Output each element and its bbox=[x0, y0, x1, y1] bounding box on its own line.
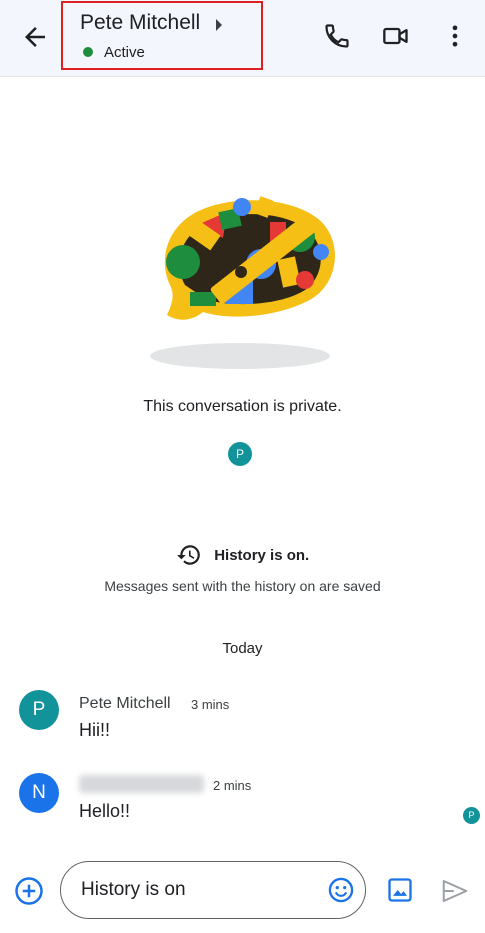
history-title: History is on. bbox=[214, 546, 310, 564]
date-divider: Today bbox=[222, 640, 263, 657]
sender-avatar[interactable]: N bbox=[19, 773, 59, 813]
history-subtitle: Messages sent with the history on are sa… bbox=[104, 578, 381, 594]
private-conversation-text: This conversation is private. bbox=[143, 398, 342, 415]
sender-avatar[interactable]: P bbox=[19, 690, 59, 730]
message-time: 2 mins bbox=[213, 778, 252, 793]
message-time: 3 mins bbox=[191, 697, 230, 712]
more-vert-icon[interactable] bbox=[441, 22, 469, 50]
read-receipt-avatar: P bbox=[463, 807, 480, 824]
caret-right-icon bbox=[216, 19, 222, 31]
image-icon[interactable] bbox=[386, 876, 414, 904]
contact-title-button[interactable]: Pete Mitchell Active bbox=[61, 1, 263, 70]
sender-name: Pete Mitchell bbox=[79, 695, 171, 712]
redacted-sender-name bbox=[79, 775, 204, 793]
contact-name: Pete Mitchell bbox=[80, 11, 201, 34]
emoji-icon[interactable] bbox=[327, 876, 355, 904]
back-arrow-icon[interactable] bbox=[20, 22, 50, 52]
history-status: History is on. bbox=[0, 542, 485, 568]
app-header: Pete Mitchell Active bbox=[0, 0, 485, 77]
message-text[interactable]: Hello!! bbox=[79, 801, 130, 822]
phone-icon[interactable] bbox=[323, 22, 351, 50]
message-text[interactable]: Hii!! bbox=[79, 720, 110, 741]
add-attachment-icon[interactable] bbox=[14, 876, 44, 906]
message-input[interactable] bbox=[81, 876, 311, 904]
member-avatar: P bbox=[228, 442, 252, 466]
message-composer bbox=[60, 861, 366, 919]
video-call-icon[interactable] bbox=[382, 22, 410, 50]
history-clock-icon bbox=[176, 545, 200, 565]
status-dot-icon bbox=[83, 47, 93, 57]
send-icon[interactable] bbox=[440, 876, 470, 906]
chat-bubble-illustration bbox=[150, 196, 335, 369]
presence-status: Active bbox=[104, 44, 145, 61]
